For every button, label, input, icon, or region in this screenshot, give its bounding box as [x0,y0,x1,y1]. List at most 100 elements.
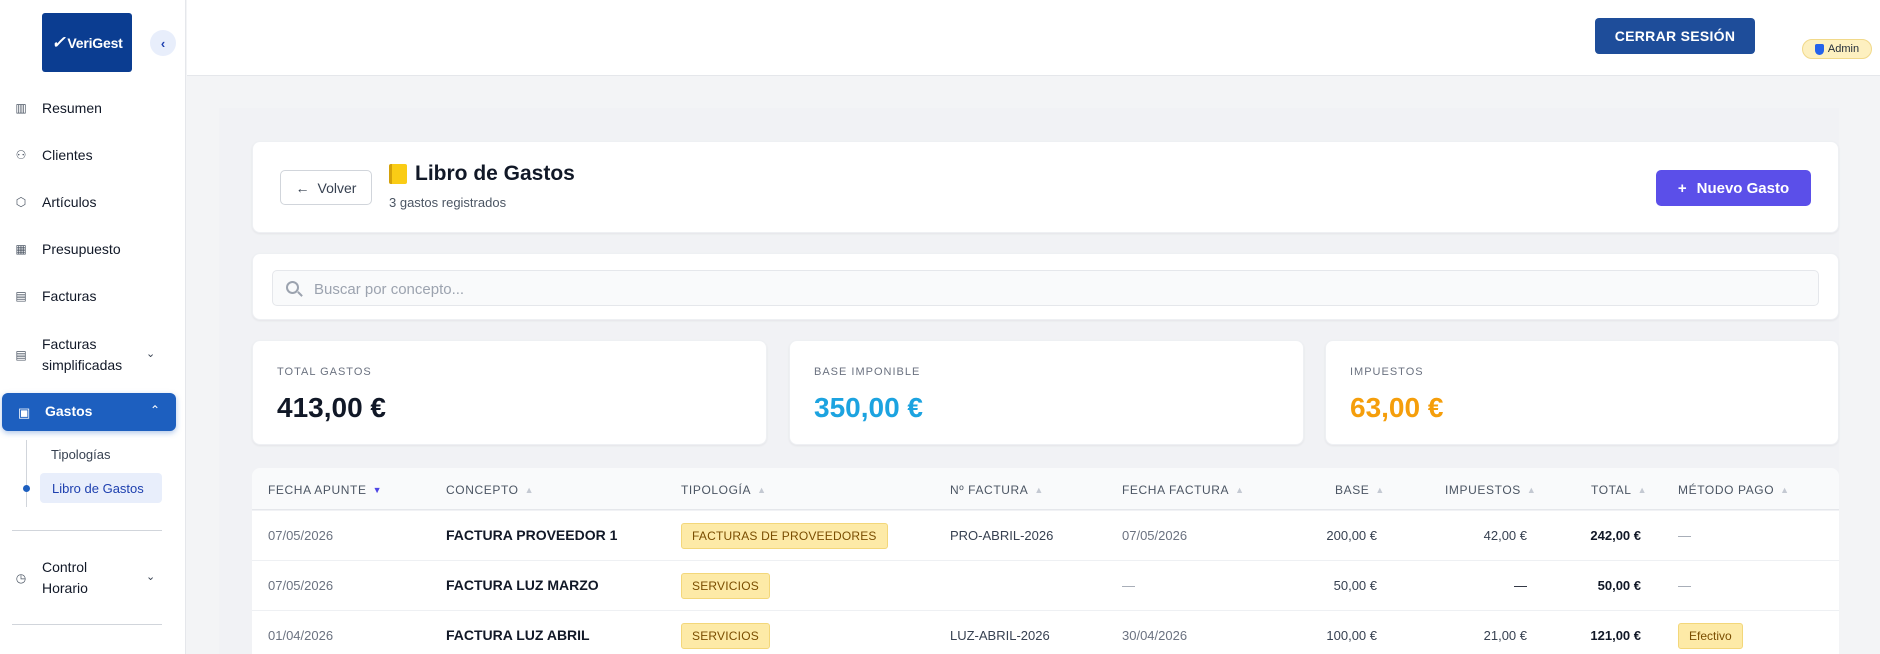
stat-value: 63,00 € [1350,392,1444,423]
chart-icon: ▥ [15,101,27,115]
sort-icon: ▲ [1637,485,1648,495]
shield-icon [1814,43,1824,55]
cell-fecha-factura: 07/05/2026 [1122,528,1188,543]
chevron-up-icon: ⌃ [150,403,161,417]
sort-icon: ▲ [1780,485,1790,495]
active-dot [23,485,30,492]
cell-impuestos: — [1514,578,1527,593]
collapse-sidebar-button[interactable]: ‹ [150,30,176,56]
sidebar-divider [12,530,162,531]
page-title-text: Libro de Gastos [415,162,575,185]
sidebar-item-articulos[interactable]: ⬡ Artículos [0,192,186,212]
tipologia-badge: SERVICIOS [681,573,770,599]
sidebar-item-label: Control [42,559,88,575]
cell-base: 50,00 € [1333,578,1377,593]
sidebar-item-label: Presupuesto [42,241,121,257]
column-label: FECHA FACTURA [1122,483,1230,497]
column-header-base[interactable]: BASE ▲ [1335,483,1385,497]
sidebar-item-facturas-simplificadas[interactable]: ▤ Facturas simplificadas ⌄ [0,334,186,376]
wallet-icon: ▣ [18,405,31,420]
cell-n-factura: LUZ-ABRIL-2026 [950,628,1050,643]
search-input[interactable] [314,279,1794,299]
sidebar-subitem-libro-de-gastos[interactable]: Libro de Gastos [40,473,162,503]
sidebar-item-label: Artículos [42,194,97,210]
search-box[interactable] [272,270,1819,306]
expenses-table-header: FECHA APUNTE ▼ CONCEPTO ▲ TIPOLOGÍA ▲ Nº FA… [252,468,1839,510]
cell-total: 121,00 € [1590,628,1641,643]
sort-icon: ▲ [757,485,767,495]
column-header-fecha-factura[interactable]: FECHA FACTURA ▲ [1122,483,1245,497]
page-subtitle: 3 gastos registrados [389,195,507,210]
chevron-down-icon: ⌄ [146,571,156,583]
sidebar-item-control-horario[interactable]: ◷ Control Horario ⌄ [0,557,186,599]
cell-fecha-factura: — [1122,578,1135,593]
sidebar: ✓ VeriGest ‹ ▥ Resumen ⚇ Clientes ⬡ Artíc… [0,0,186,654]
cell-concepto: FACTURA LUZ ABRIL [446,627,590,643]
column-label: MÉTODO PAGO [1678,483,1775,497]
cell-fecha-apunte: 07/05/2026 [268,578,334,593]
plus-icon: + [1677,179,1687,197]
sidebar-item-gastos[interactable]: ▣ Gastos ⌃ [2,393,176,431]
sort-icon: ▲ [524,485,535,495]
submenu-line [26,440,27,507]
new-expense-button[interactable]: + Nuevo Gasto [1656,170,1811,206]
logout-button[interactable]: CERRAR SESIÓN [1595,18,1755,54]
search-icon [286,281,299,294]
cell-impuestos: 42,00 € [1483,528,1527,543]
stat-label: BASE IMPONIBLE [814,366,921,378]
logo-text: VeriGest [67,34,123,51]
column-header-fecha-apunte[interactable]: FECHA APUNTE ▼ [268,483,382,497]
receipt-icon: ▤ [15,348,27,362]
column-label: CONCEPTO [446,483,519,497]
back-button[interactable]: ← Volver [280,170,372,205]
table-row[interactable]: 07/05/2026 FACTURA LUZ MARZO SERVICIOS —… [252,561,1839,611]
page-title: Libro de Gastos [389,162,575,186]
cell-metodo-pago: — [1678,528,1691,543]
column-header-metodo-pago[interactable]: MÉTODO PAGO ▲ [1678,483,1790,497]
new-expense-label: Nuevo Gasto [1696,179,1790,197]
stat-card-base-imponible: BASE IMPONIBLE 350,00 € [789,340,1304,445]
column-header-n-factura[interactable]: Nº FACTURA ▲ [950,483,1044,497]
sidebar-item-facturas[interactable]: ▤ Facturas [0,286,186,306]
cell-concepto: FACTURA PROVEEDOR 1 [446,527,618,543]
ledger-book-icon [389,164,407,184]
payment-method-badge: Efectivo [1678,623,1743,649]
tipologia-badge: SERVICIOS [681,623,770,649]
stat-card-impuestos: IMPUESTOS 63,00 € [1325,340,1839,445]
cell-total: 242,00 € [1590,528,1641,543]
chevron-down-icon: ⌄ [146,348,156,360]
column-label: TIPOLOGÍA [681,483,752,497]
sidebar-divider [12,624,162,625]
subitem-label: Libro de Gastos [52,481,144,496]
stat-label: IMPUESTOS [1350,366,1424,378]
column-label: IMPUESTOS [1445,483,1521,497]
stat-value: 413,00 € [277,392,386,423]
role-badge: Admin [1802,39,1872,59]
role-badge-label: Admin [1827,43,1860,55]
box-icon: ⬡ [15,195,27,209]
sort-icon: ▲ [1235,485,1245,495]
sidebar-item-presupuesto[interactable]: ▦ Presupuesto [0,239,186,259]
cell-fecha-apunte: 01/04/2026 [268,628,334,643]
column-header-concepto[interactable]: CONCEPTO ▲ [446,483,534,497]
sidebar-item-label: Resumen [42,100,102,116]
sidebar-item-resumen[interactable]: ▥ Resumen [0,98,186,118]
column-label: TOTAL [1591,483,1632,497]
sidebar-item-label: Horario [42,580,88,596]
arrow-left-icon: ← [295,179,310,196]
sort-icon: ▲ [1375,485,1385,495]
column-label: BASE [1335,483,1370,497]
column-header-impuestos[interactable]: IMPUESTOS ▲ [1445,483,1536,497]
back-button-label: Volver [317,179,357,196]
chevron-left-icon: ‹ [160,35,166,51]
table-row[interactable]: 07/05/2026 FACTURA PROVEEDOR 1 FACTURAS … [252,511,1839,561]
verigest-logo[interactable]: ✓ VeriGest [42,13,132,72]
top-bar: CERRAR SESIÓN Admin [187,0,1880,76]
cell-base: 100,00 € [1326,628,1377,643]
column-header-total[interactable]: TOTAL ▲ [1591,483,1647,497]
table-row[interactable]: 01/04/2026 FACTURA LUZ ABRIL SERVICIOS L… [252,611,1839,654]
sidebar-subitem-tipologias[interactable]: Tipologías [51,447,111,462]
sidebar-item-clientes[interactable]: ⚇ Clientes [0,145,186,165]
cell-n-factura: PRO-ABRIL-2026 [950,528,1054,543]
column-header-tipologia[interactable]: TIPOLOGÍA ▲ [681,483,767,497]
